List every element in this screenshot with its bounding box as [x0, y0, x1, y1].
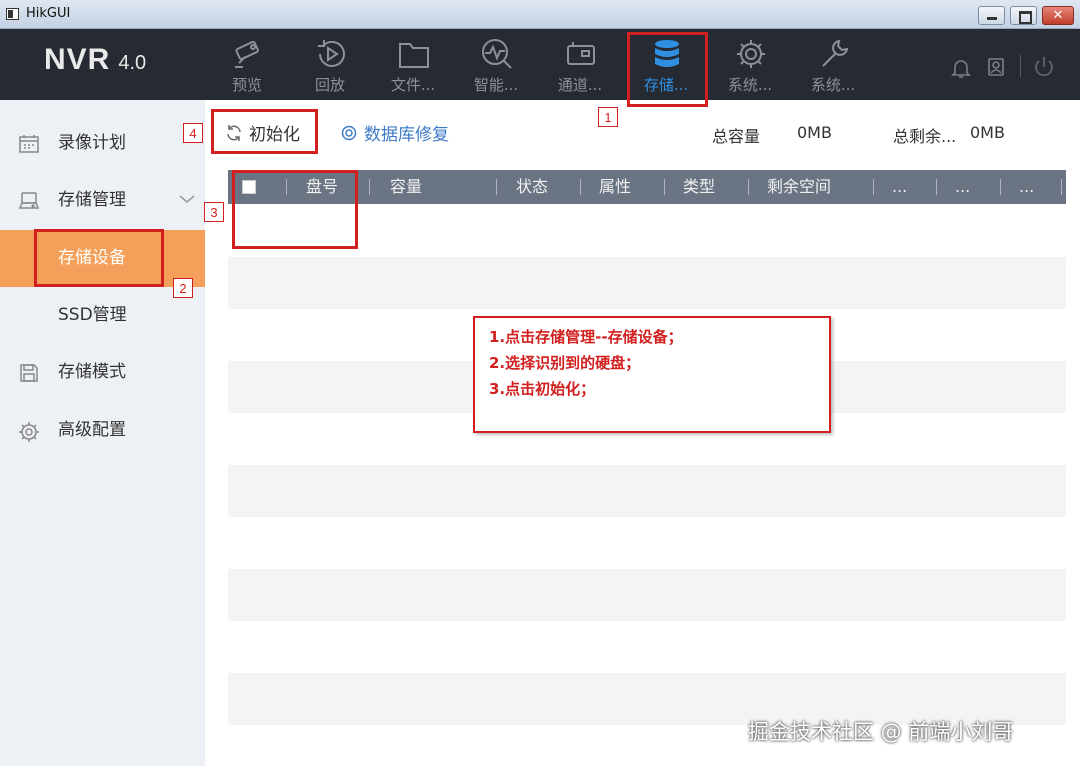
- top-nav-bar: NVR 4.0 预览 回放 文件... 智能... 通道... 存储... 系统.…: [0, 29, 1080, 100]
- camera-icon: [235, 40, 259, 68]
- database-repair-label: 数据库修复: [364, 125, 449, 145]
- column-divider: [936, 179, 937, 195]
- chevron-down-icon[interactable]: [178, 193, 196, 205]
- annotation-box-storage-device: [34, 229, 164, 287]
- save-icon: [20, 364, 38, 382]
- total-free-value: 0MB: [970, 123, 1005, 142]
- nav-system-config[interactable]: 系统...: [710, 29, 790, 100]
- nav-system-maintenance-label: 系统...: [810, 76, 856, 94]
- column-header-more[interactable]: ...: [955, 170, 970, 204]
- close-icon: ✕: [1052, 8, 1064, 23]
- folder-icon: [399, 43, 429, 68]
- nav-smart[interactable]: 智能...: [456, 29, 536, 100]
- nav-file-label: 文件...: [390, 76, 436, 94]
- watermark: 掘金技术社区 @ 前端小刘哥: [748, 720, 1014, 744]
- nav-system-maintenance[interactable]: 系统...: [793, 29, 873, 100]
- minimize-icon: [987, 17, 997, 20]
- instruction-line-3: 3.点击初始化；: [489, 380, 596, 398]
- sidebar-item-storage-mode[interactable]: 存储模式: [0, 344, 205, 401]
- sidebar-item-label: 存储管理: [58, 190, 126, 210]
- column-divider: [369, 179, 370, 195]
- column-header-more[interactable]: ...: [1019, 170, 1034, 204]
- instruction-note: 1.点击存储管理--存储设备； 2.选择识别到的硬盘； 3.点击初始化；: [473, 316, 831, 433]
- user-icon[interactable]: [985, 56, 1007, 78]
- gear-icon: [737, 40, 765, 68]
- channel-icon: [567, 42, 595, 65]
- column-header-status[interactable]: 状态: [516, 170, 548, 204]
- annotation-marker-1: 1: [598, 107, 618, 127]
- column-divider: [873, 179, 874, 195]
- nav-playback[interactable]: 回放: [290, 29, 370, 100]
- table-row[interactable]: [228, 517, 1066, 569]
- annotation-marker-3: 3: [204, 202, 224, 222]
- nav-preview[interactable]: 预览: [207, 29, 287, 100]
- wrench-icon: [822, 39, 849, 67]
- instruction-line-1: 1.点击存储管理--存储设备；: [489, 328, 683, 346]
- annotation-box-storage-nav: [627, 32, 708, 107]
- column-header-type[interactable]: 类型: [683, 170, 715, 204]
- column-header-free-space[interactable]: 剩余空间: [767, 170, 831, 204]
- column-divider: [580, 179, 581, 195]
- header-divider: [1020, 55, 1021, 77]
- total-capacity-label: 总容量: [712, 127, 761, 146]
- column-header-more[interactable]: ...: [892, 170, 907, 204]
- sidebar-item-label: 存储模式: [58, 362, 126, 382]
- nav-preview-label: 预览: [231, 76, 262, 94]
- column-divider: [496, 179, 497, 195]
- table-row[interactable]: [228, 621, 1066, 673]
- app-icon: [6, 8, 19, 20]
- column-divider: [748, 179, 749, 195]
- sidebar-item-recording-schedule[interactable]: 录像计划: [0, 115, 205, 172]
- calendar-icon: [19, 135, 39, 153]
- column-divider: [664, 179, 665, 195]
- annotation-box-disk-select: [232, 170, 358, 249]
- close-button[interactable]: ✕: [1042, 6, 1074, 25]
- total-capacity-value: 0MB: [797, 123, 832, 142]
- annotation-marker-4: 4: [183, 123, 203, 143]
- column-divider: [1061, 179, 1062, 195]
- maximize-button[interactable]: [1010, 6, 1037, 25]
- hdd-icon: [18, 192, 40, 209]
- smart-analysis-icon: [482, 39, 512, 69]
- sidebar-item-label: 高级配置: [58, 420, 126, 440]
- column-divider: [1000, 179, 1001, 195]
- total-free-label: 总剩余...: [893, 127, 957, 146]
- sidebar-item-label: SSD管理: [58, 305, 127, 325]
- column-header-attribute[interactable]: 属性: [599, 170, 631, 204]
- nav-system-config-label: 系统...: [727, 76, 773, 94]
- gear-icon: [341, 125, 357, 141]
- nav-file[interactable]: 文件...: [373, 29, 453, 100]
- window-title: HikGUI: [26, 6, 71, 21]
- maximize-icon: [1019, 11, 1032, 24]
- sidebar-item-storage-management[interactable]: 存储管理: [0, 172, 205, 229]
- logo-version: 4.0: [118, 52, 147, 74]
- sidebar-item-advanced-config[interactable]: 高级配置: [0, 402, 205, 459]
- table-row[interactable]: [228, 569, 1066, 621]
- database-repair-button[interactable]: 数据库修复: [340, 120, 449, 148]
- window-titlebar: HikGUI ✕: [0, 0, 1080, 29]
- playback-icon: [318, 40, 345, 67]
- minimize-button[interactable]: [978, 6, 1005, 25]
- table-row[interactable]: [228, 465, 1066, 517]
- annotation-box-initialize: [211, 109, 318, 154]
- nav-smart-label: 智能...: [473, 76, 519, 94]
- nav-playback-label: 回放: [314, 76, 345, 94]
- nvr-logo: NVR 4.0: [44, 43, 146, 77]
- nav-channel-label: 通道...: [557, 76, 603, 94]
- logo-text: NVR: [44, 43, 111, 76]
- bell-icon[interactable]: [950, 57, 972, 79]
- annotation-marker-2: 2: [173, 278, 193, 298]
- sidebar-item-label: 录像计划: [58, 133, 126, 153]
- power-icon[interactable]: [1032, 55, 1056, 79]
- instruction-line-2: 2.选择识别到的硬盘；: [489, 354, 641, 372]
- column-header-capacity[interactable]: 容量: [390, 170, 422, 204]
- table-row[interactable]: [228, 257, 1066, 309]
- settings-icon: [19, 422, 39, 442]
- nav-channel[interactable]: 通道...: [540, 29, 620, 100]
